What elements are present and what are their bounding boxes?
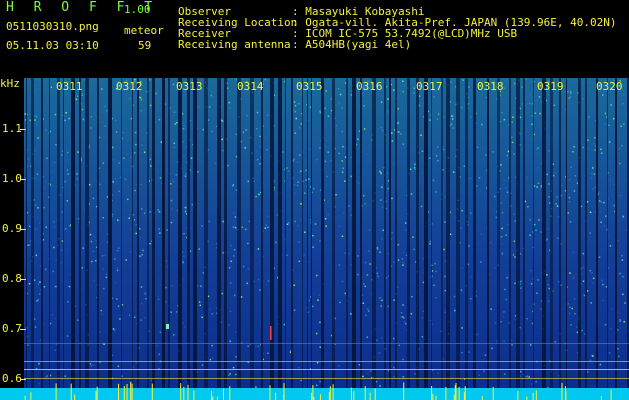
detection-label: meteor (124, 24, 164, 37)
x-tick-label: 0317 (416, 80, 443, 93)
x-tick-label: 0315 (296, 80, 323, 93)
x-tick-label: 0313 (176, 80, 203, 93)
x-tick-label: 0314 (237, 80, 264, 93)
y-tick-label: 0.6 (2, 372, 22, 385)
y-tick (20, 329, 26, 330)
x-tick-label: 0318 (477, 80, 504, 93)
x-tick-label: 0319 (537, 80, 564, 93)
antenna-label: Receiving antenna (178, 38, 291, 51)
y-tick (20, 379, 26, 380)
y-tick-label: 0.9 (2, 222, 22, 235)
spectrogram-canvas (0, 78, 629, 400)
header-panel: H R O F F T 1.00 0511030310.png meteor 0… (0, 0, 629, 78)
y-tick (20, 129, 26, 130)
axis-unit: kHz (0, 77, 20, 90)
x-tick-label: 0320 (596, 80, 623, 93)
date-time: 05.11.03 03:10 (6, 39, 99, 52)
y-tick (20, 279, 26, 280)
app-version: 1.00 (124, 3, 151, 16)
y-tick (20, 229, 26, 230)
file-name: 0511030310.png (6, 20, 99, 33)
x-tick-label: 0312 (116, 80, 143, 93)
detection-count: 59 (138, 39, 152, 52)
y-tick-label: 1.1 (2, 122, 22, 135)
x-tick-label: 0311 (56, 80, 83, 93)
x-tick-label: 0316 (356, 80, 383, 93)
y-tick-label: 0.8 (2, 272, 22, 285)
y-tick-label: 1.0 (2, 172, 22, 185)
y-tick (20, 179, 26, 180)
y-tick-label: 0.7 (2, 322, 22, 335)
antenna-value: : A504HB(yagi 4el) (292, 38, 412, 51)
spectrogram (0, 78, 629, 400)
